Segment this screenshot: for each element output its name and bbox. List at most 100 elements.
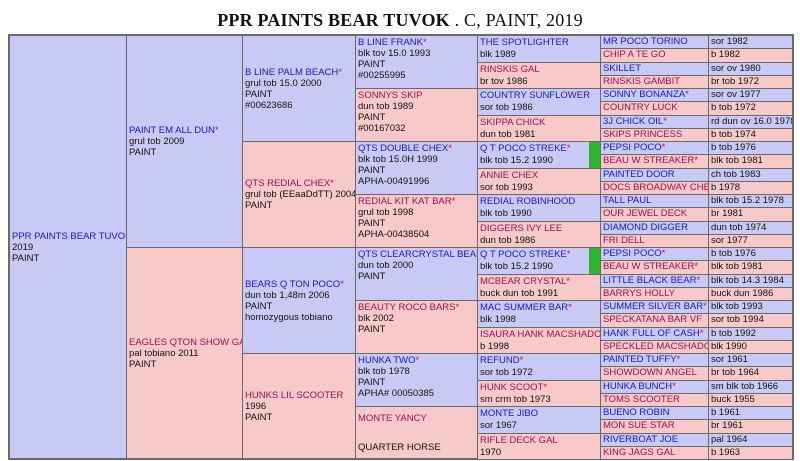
gen6-ancestor[interactable]: SONNY BONANZA* <box>600 88 709 102</box>
horse-name: SONNY BONANZA <box>603 89 686 100</box>
horse-detail: PAINT <box>245 88 273 100</box>
gen6-ancestor[interactable]: RINSKIS GAMBIT <box>600 75 709 89</box>
star-marker: * <box>448 143 452 154</box>
gen6-ancestor[interactable]: SPECKLED MACSHADOE <box>600 340 709 354</box>
star-marker: * <box>415 355 420 366</box>
gen6-ancestor[interactable]: DOCS BROADWAY CHEX <box>600 181 709 195</box>
horse-detail: buck dun 1986 <box>711 288 774 299</box>
gen6-ancestor[interactable]: SKIPS PRINCESS <box>600 128 709 142</box>
sire[interactable]: PAINT EM ALL DUN* grul tob 2009 PAINT <box>126 35 243 248</box>
gen6-ancestor[interactable]: RIVERBOAT JOE <box>600 433 709 447</box>
gen6-ancestor[interactable]: PEPSI POCO* <box>600 141 709 155</box>
horse-name: SKIPPA CHICK <box>480 117 546 128</box>
gen6-ancestor[interactable]: LITTLE BLACK BEAR* <box>600 274 709 288</box>
horse-detail: blk tob 1990 <box>480 208 532 219</box>
gen4-ancestor[interactable]: HUNKA TWO* blk tob 1978 PAINT APHA# 0005… <box>355 353 478 407</box>
horse-detail: blk tob 15.2 1990 <box>480 261 553 272</box>
gen6-ancestor[interactable]: BARRYS HOLLY <box>600 287 709 301</box>
star-marker: * <box>661 248 666 259</box>
gen5-ancestor[interactable]: Q T POCO STREKE* blk tob 15.2 1990 <box>477 141 590 169</box>
gen6-ancestor[interactable]: CHIP A TE GO <box>600 48 709 63</box>
gen6-detail: dun tob 1974 <box>708 221 793 235</box>
horse-detail: b tob 1992 <box>711 328 756 339</box>
gen6-ancestor[interactable]: PEPSI POCO* <box>600 247 709 261</box>
gen6-ancestor[interactable]: COUNTRY LUCK <box>600 101 709 116</box>
gen6-ancestor[interactable]: MON SUE STAR <box>600 419 709 434</box>
gen6-detail: br tob 1972 <box>708 75 793 89</box>
gen6-ancestor[interactable]: PAINTED TUFFY* <box>600 353 709 367</box>
gen5-ancestor[interactable]: REDIAL ROBINHOOD blk tob 1990 <box>477 194 601 222</box>
gen5-ancestor[interactable]: THE SPOTLIGHTER blk 1989 <box>477 35 601 63</box>
horse-detail: PAINT <box>358 271 386 282</box>
granddam-maternal[interactable]: HUNKS LIL SCOOTER 1996 PAINT <box>242 353 356 459</box>
gen4-ancestor[interactable]: SONNYS SKIP dun tob 1989 PAINT #00167032 <box>355 88 478 142</box>
horse-name: HANK FULL OF CASH <box>603 328 700 339</box>
gen6-ancestor[interactable]: MR POCO TORINO <box>600 35 709 49</box>
gen6-detail: b tob 1976 <box>708 247 793 261</box>
gen5-ancestor[interactable]: REFUND* sor tob 1972 <box>477 353 601 381</box>
gen5-ancestor[interactable]: MONTE JIBO sor 1967 <box>477 406 601 434</box>
horse-detail: blk 1990 <box>711 341 747 352</box>
gen6-detail: sor ov 1980 <box>708 62 793 76</box>
gen4-ancestor[interactable]: B LINE FRANK* blk tov 15.0 1993 PAINT #0… <box>355 35 478 89</box>
star-marker: * <box>543 382 548 393</box>
gen5-ancestor[interactable]: RIFLE DECK GAL 1970 <box>477 433 601 460</box>
gen5-ancestor[interactable]: DIGGERS IVY LEE dun tob 1986 <box>477 221 601 248</box>
gen5-ancestor[interactable]: RINSKIS GAL br tov 1986 <box>477 62 601 89</box>
gen6-detail: blk tob 1981 <box>708 260 793 275</box>
gen6-ancestor[interactable]: DIAMOND DIGGER <box>600 221 709 235</box>
horse-name: BEAU W STREAKER <box>603 155 695 166</box>
gen5-ancestor[interactable]: SKIPPA CHICK dun tob 1981 <box>477 115 601 142</box>
gen6-detail: ch tob 1983 <box>708 168 793 182</box>
gen6-ancestor[interactable]: 3J CHICK OIL* <box>600 115 709 129</box>
gen6-ancestor[interactable]: BUENO ROBIN <box>600 406 709 420</box>
gen5-ancestor[interactable]: ISAURA HANK MACSHADOE b 1998 <box>477 327 601 354</box>
gen6-ancestor[interactable]: SHOWDOWN ANGEL <box>600 366 709 381</box>
gen4-ancestor[interactable]: REDIAL KIT KAT BAR* grul tob 1998 PAINT … <box>355 194 478 248</box>
gen6-ancestor[interactable]: SUMMER SILVER BAR* <box>600 300 709 314</box>
gen6-ancestor[interactable]: SPECKATANA BAR VF <box>600 313 709 328</box>
gen5-ancestor[interactable]: COUNTRY SUNFLOWER sor tob 1986 <box>477 88 601 116</box>
star-marker: * <box>566 276 570 287</box>
horse-detail: sor 1967 <box>480 420 517 431</box>
horse-name: SHOWDOWN ANGEL <box>603 367 697 378</box>
horse-detail: pal tobiano 2011 <box>129 347 199 359</box>
gen6-ancestor[interactable]: HUNKA BUNCH* <box>600 380 709 394</box>
gen6-ancestor[interactable]: KING JAGS GAL <box>600 446 709 460</box>
gen6-ancestor[interactable]: BEAU W STREAKER* <box>600 260 709 275</box>
gen5-ancestor[interactable]: MAC SUMMER BAR* blk 1998 <box>477 300 601 328</box>
gen5-ancestor[interactable]: Q T POCO STREKE* blk tob 15.2 1990 <box>477 247 590 275</box>
gen5-ancestor[interactable]: MCBEAR CRYSTAL* buck dun tob 1991 <box>477 274 601 301</box>
gen6-detail: b tob 1974 <box>708 128 793 142</box>
gen5-ancestor[interactable]: ANNIE CHEX sor tob 1993 <box>477 168 601 195</box>
dam[interactable]: EAGLES QTON SHOW GAL pal tobiano 2011 PA… <box>126 247 243 459</box>
horse-detail: blk tob 15.2 1990 <box>480 155 553 166</box>
horse-name: REFUND <box>480 355 520 366</box>
gen6-ancestor[interactable]: SKILLET <box>600 62 709 76</box>
horse-detail: dun tob 1,48m 2006 <box>245 289 330 301</box>
gen5-ancestor[interactable]: HUNK SCOOT* sm crm tob 1973 <box>477 380 601 407</box>
gen6-ancestor[interactable]: BEAU W STREAKER* <box>600 154 709 169</box>
granddam-paternal[interactable]: QTS REDIAL CHEX* grul tob (EEaaDdTT) 200… <box>242 141 356 248</box>
gen6-ancestor[interactable]: FRI DELL <box>600 234 709 248</box>
gen6-ancestor[interactable]: HANK FULL OF CASH* <box>600 327 709 341</box>
horse-name: REDIAL KIT KAT BAR <box>358 196 452 207</box>
gen6-ancestor[interactable]: TALL PAUL <box>600 194 709 208</box>
gen6-detail: blk tob 1981 <box>708 154 793 169</box>
horse-detail: sor tob 1993 <box>480 182 533 193</box>
horse-name: HUNK SCOOT <box>480 382 544 393</box>
gen4-ancestor[interactable]: QTS DOUBLE CHEX* blk tob 15.0H 1999 PAIN… <box>355 141 478 195</box>
gen6-detail: br 1961 <box>708 419 793 434</box>
gen4-ancestor[interactable]: MONTE YANCY QUARTER HORSE <box>355 406 478 459</box>
grandsire-paternal[interactable]: B LINE PALM BEACH* grul tob 15.0 2000 PA… <box>242 35 356 142</box>
gen4-ancestor[interactable]: BEAUTY ROCO BARS* blk 2002 PAINT <box>355 300 478 354</box>
gen6-detail: b tob 1992 <box>708 327 793 341</box>
gen6-ancestor[interactable]: PAINTED DOOR <box>600 168 709 182</box>
gen6-ancestor[interactable]: TOMS SCOOTER <box>600 393 709 407</box>
grandsire-maternal[interactable]: BEARS Q TON POCO* dun tob 1,48m 2006 PAI… <box>242 247 356 354</box>
horse-detail: buck dun tob 1991 <box>480 288 559 299</box>
pedigree-subject[interactable]: PPR PAINTS BEAR TUVOK 2019 PAINT <box>9 35 127 459</box>
gen6-ancestor[interactable]: OUR JEWEL DECK <box>600 207 709 222</box>
gen4-ancestor[interactable]: QTS CLEARCRYSTAL BEAR* dun tob 2000 PAIN… <box>355 247 478 301</box>
horse-detail: b 1982 <box>711 49 741 60</box>
